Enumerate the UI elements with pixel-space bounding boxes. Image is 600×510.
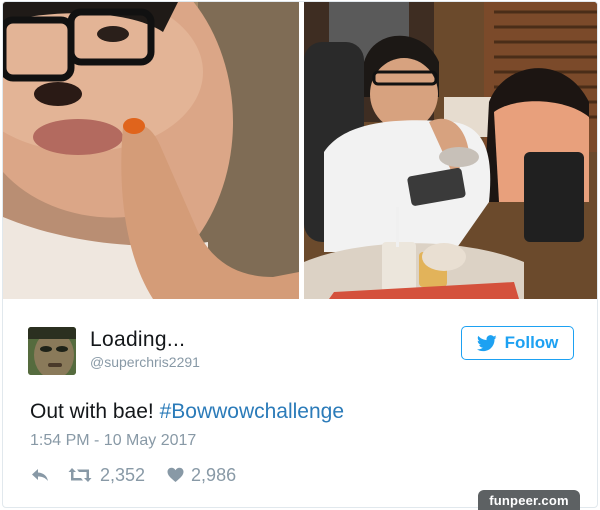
display-name[interactable]: Loading...: [90, 328, 185, 352]
like-count: 2,986: [191, 464, 237, 485]
retweet-icon: [68, 467, 92, 483]
tweet-body: Out with bae!: [30, 400, 160, 423]
tweet-media: [3, 2, 597, 299]
like-button[interactable]: 2,986: [167, 465, 236, 486]
twitter-bird-icon: [476, 334, 497, 352]
user-handle[interactable]: @superchris2291: [90, 354, 200, 370]
watermark: funpeer.com: [478, 490, 580, 510]
follow-button[interactable]: Follow: [461, 326, 574, 360]
tweet-timestamp[interactable]: 1:54 PM - 10 May 2017: [30, 432, 196, 450]
follow-label: Follow: [504, 333, 559, 352]
hashtag-link[interactable]: #Bowwowchallenge: [160, 400, 344, 423]
reply-icon: [31, 467, 49, 483]
reply-button[interactable]: [31, 467, 49, 483]
heart-icon: [167, 467, 184, 483]
retweet-count: 2,352: [100, 464, 146, 485]
tweet-photo-left[interactable]: [3, 2, 299, 299]
tweet-text: Out with bae! #Bowwowchallenge: [30, 400, 344, 424]
tweet-actions: 2,352 2,986: [31, 464, 236, 486]
retweet-button[interactable]: 2,352: [68, 465, 145, 486]
tweet-card: Loading... @superchris2291 Follow Out wi…: [2, 1, 598, 508]
avatar[interactable]: [28, 327, 76, 375]
tweet-photo-right[interactable]: [304, 2, 597, 299]
